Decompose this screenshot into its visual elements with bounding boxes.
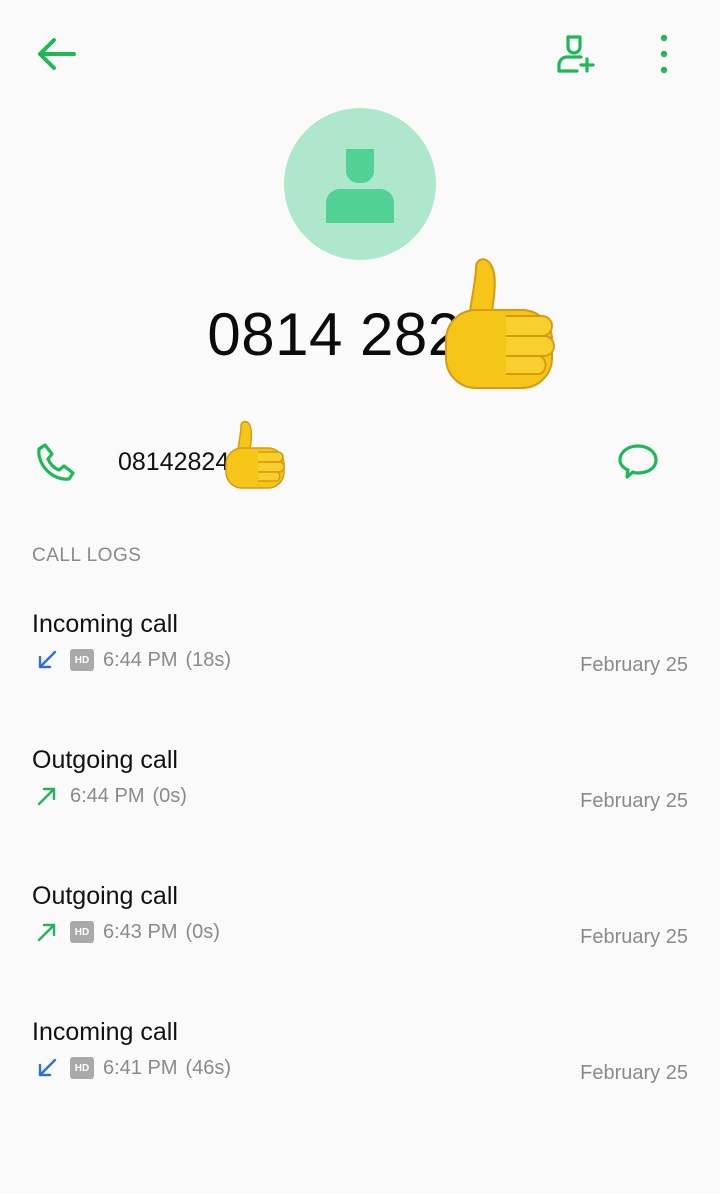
outgoing-call-arrow-icon — [36, 785, 58, 807]
back-button[interactable] — [24, 24, 88, 84]
call-log-item[interactable]: Outgoing call HD 6:43 PM (0s) February 2… — [0, 872, 720, 1008]
incoming-call-arrow-icon — [36, 649, 58, 671]
contact-number-title: 0814 282 4 — [207, 301, 513, 368]
call-duration: (46s) — [185, 1056, 232, 1079]
hd-badge: HD — [70, 649, 94, 671]
thumbs-up-emoji-small-icon — [225, 420, 285, 489]
call-type: Incoming call — [32, 1018, 178, 1046]
call-time: 6:41 PM — [103, 1056, 178, 1079]
call-date: February 25 — [580, 1062, 688, 1084]
thumbs-up-emoji-icon — [445, 258, 555, 389]
call-duration: (0s) — [152, 784, 187, 807]
call-log-list: Incoming call HD 6:44 PM (18s) February … — [0, 600, 720, 1144]
call-meta: HD 6:44 PM (18s) — [36, 648, 231, 672]
arrow-left-icon — [38, 38, 76, 70]
outgoing-call-arrow-icon — [36, 921, 58, 943]
person-add-icon — [557, 35, 595, 73]
call-log-item[interactable]: Outgoing call 6:44 PM (0s) February 25 — [0, 736, 720, 872]
call-time: 6:43 PM — [103, 920, 178, 943]
hd-badge: HD — [70, 1057, 94, 1079]
call-type: Incoming call — [32, 610, 178, 638]
contact-avatar — [284, 108, 436, 260]
phone-icon — [37, 443, 75, 481]
more-vertical-icon — [660, 34, 668, 74]
call-duration: (0s) — [185, 920, 220, 943]
call-meta: HD 6:43 PM (0s) — [36, 920, 220, 944]
message-bubble-icon — [618, 444, 658, 479]
phone-number[interactable]: 08142824 — [118, 448, 229, 477]
more-options-button[interactable] — [640, 24, 688, 84]
call-meta: HD 6:41 PM (46s) — [36, 1056, 231, 1080]
message-button[interactable] — [610, 434, 666, 490]
call-log-item[interactable]: Incoming call HD 6:44 PM (18s) February … — [0, 600, 720, 736]
call-type: Outgoing call — [32, 746, 178, 774]
call-meta: 6:44 PM (0s) — [36, 784, 187, 808]
call-duration: (18s) — [185, 648, 232, 671]
call-date: February 25 — [580, 654, 688, 676]
call-logs-heading: CALL LOGS — [32, 545, 142, 566]
call-time: 6:44 PM — [103, 648, 178, 671]
incoming-call-arrow-icon — [36, 1057, 58, 1079]
call-type: Outgoing call — [32, 882, 178, 910]
call-time: 6:44 PM — [70, 784, 145, 807]
add-contact-button[interactable] — [544, 24, 608, 84]
call-log-item[interactable]: Incoming call HD 6:41 PM (46s) February … — [0, 1008, 720, 1144]
call-date: February 25 — [580, 926, 688, 948]
person-icon — [326, 149, 394, 223]
hd-badge: HD — [70, 921, 94, 943]
call-date: February 25 — [580, 790, 688, 812]
call-button[interactable] — [28, 434, 84, 490]
call-details-screen: 0814 282 4 08142824 CALL LOGS Incoming c… — [0, 0, 720, 1194]
